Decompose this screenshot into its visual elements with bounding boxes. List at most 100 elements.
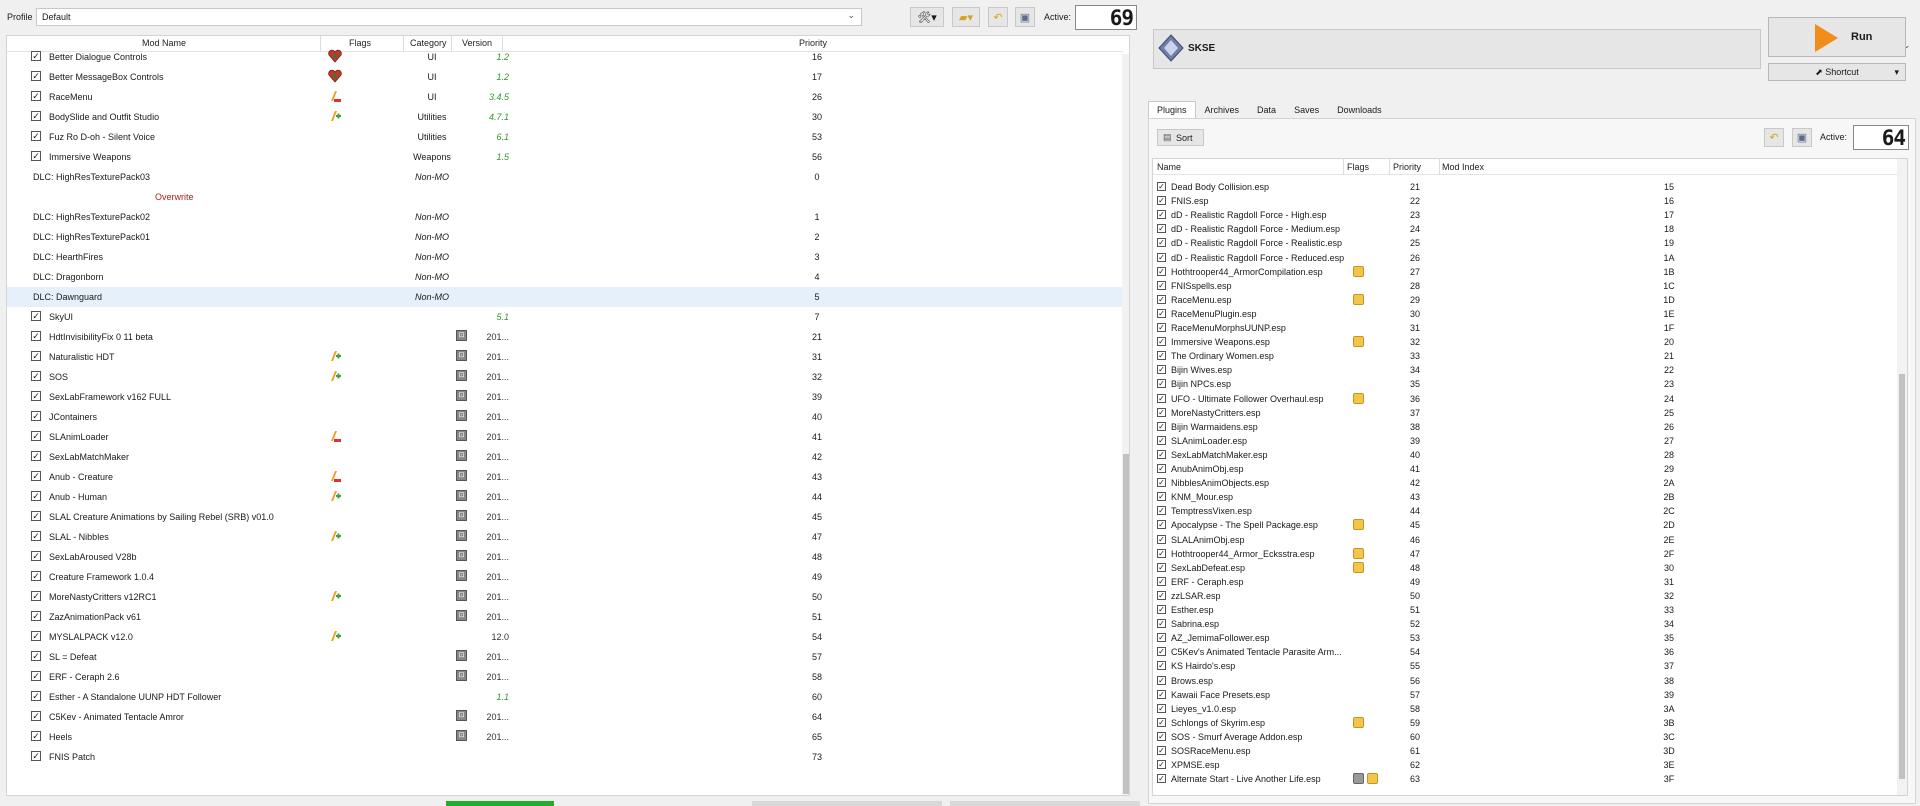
mod-row[interactable]: ✓ RaceMenu UI 3.4.5 26 <box>7 87 1123 107</box>
scrollbar-thumb[interactable] <box>1899 374 1905 779</box>
mod-enabled-checkbox[interactable]: ✓ <box>31 371 41 381</box>
mod-enabled-checkbox[interactable]: ✓ <box>31 151 41 161</box>
plugin-row[interactable]: ✓ Apocalypse - The Spell Package.esp 45 2D <box>1153 518 1895 532</box>
plugin-row[interactable]: ✓ C5Kev's Animated Tentacle Parasite Arm.… <box>1153 645 1895 659</box>
plugin-enabled-checkbox[interactable]: ✓ <box>1157 746 1166 755</box>
mod-row[interactable]: ✓ ZazAnimationPack v61 ⊡ 201... 51 <box>7 607 1123 627</box>
plugin-enabled-checkbox[interactable]: ✓ <box>1157 619 1166 629</box>
plugin-enabled-checkbox[interactable]: ✓ <box>1157 605 1166 614</box>
mod-row[interactable]: DLC: Dawnguard Non-MO 5 <box>7 287 1123 307</box>
tab-downloads[interactable]: Downloads <box>1328 101 1391 119</box>
tab-saves[interactable]: Saves <box>1285 101 1328 119</box>
mod-enabled-checkbox[interactable]: ✓ <box>31 351 41 361</box>
shortcut-button[interactable]: ⬈ Shortcut ▾ <box>1768 63 1906 81</box>
mod-enabled-checkbox[interactable]: ✓ <box>31 751 41 761</box>
plugin-row[interactable]: ✓ SOSRaceMenu.esp 61 3D <box>1153 744 1895 758</box>
plugin-enabled-checkbox[interactable]: ✓ <box>1157 717 1166 727</box>
plugin-enabled-checkbox[interactable]: ✓ <box>1157 647 1166 657</box>
plugin-row[interactable]: ✓ dD - Realistic Ragdoll Force - Realisti… <box>1153 236 1895 250</box>
mod-row[interactable]: ✓ SLAnimLoader ⊡ 201... 41 <box>7 427 1123 447</box>
mod-enabled-checkbox[interactable]: ✓ <box>31 591 41 601</box>
plugin-enabled-checkbox[interactable]: ✓ <box>1157 308 1166 318</box>
plugin-row[interactable]: ✓ FNISspells.esp 28 1C <box>1153 279 1895 293</box>
open-folder-button[interactable]: ▰▾ <box>952 7 980 27</box>
plugin-row[interactable]: ✓ Esther.esp 51 33 <box>1153 603 1895 617</box>
mod-row[interactable]: DLC: HighResTexturePack01 Non-MO 2 <box>7 227 1123 247</box>
mod-enabled-checkbox[interactable]: ✓ <box>31 691 41 701</box>
plugin-row[interactable]: ✓ SexLabMatchMaker.esp 40 28 <box>1153 448 1895 462</box>
plugin-row[interactable]: ✓ SexLabDefeat.esp 48 30 <box>1153 561 1895 575</box>
plugin-enabled-checkbox[interactable]: ✓ <box>1157 703 1166 713</box>
plugin-enabled-checkbox[interactable]: ✓ <box>1157 224 1166 234</box>
mod-row[interactable]: ✓ SLAL Creature Animations by Sailing Reb… <box>7 507 1123 527</box>
plugin-row[interactable]: ✓ Sabrina.esp 52 34 <box>1153 617 1895 631</box>
mod-row[interactable]: DLC: HighResTexturePack02 Non-MO 1 <box>7 207 1123 227</box>
mod-row[interactable]: ✓ SexLabAroused V28b ⊡ 201... 48 <box>7 547 1123 567</box>
mod-enabled-checkbox[interactable]: ✓ <box>31 651 41 661</box>
mod-row[interactable]: ✓ MYSLALPACK v12.0 12.0 54 <box>7 627 1123 647</box>
plugin-enabled-checkbox[interactable]: ✓ <box>1157 266 1166 276</box>
plugin-row[interactable]: ✓ KNM_Mour.esp 43 2B <box>1153 490 1895 504</box>
plugin-enabled-checkbox[interactable]: ✓ <box>1157 365 1166 375</box>
plugin-enabled-checkbox[interactable]: ✓ <box>1157 675 1166 685</box>
mod-row[interactable]: ✓ Fuz Ro D-oh - Silent Voice Utilities 6.1 5… <box>7 127 1123 147</box>
mod-enabled-checkbox[interactable]: ✓ <box>31 511 41 521</box>
mod-enabled-checkbox[interactable]: ✓ <box>31 331 41 341</box>
plugin-enabled-checkbox[interactable]: ✓ <box>1157 323 1166 332</box>
plugin-row[interactable]: ✓ UFO - Ultimate Follower Overhaul.esp 36 2… <box>1153 392 1895 406</box>
mod-enabled-checkbox[interactable]: ✓ <box>31 71 41 81</box>
plugin-list-table[interactable]: Name Flags Priority Mod Index ✓ Dead Body… <box>1152 158 1908 796</box>
tab-data[interactable]: Data <box>1248 101 1285 119</box>
mod-row[interactable]: ✓ SexLabMatchMaker ⊡ 201... 42 <box>7 447 1123 467</box>
mod-enabled-checkbox[interactable]: ✓ <box>31 731 41 741</box>
plugin-enabled-checkbox[interactable]: ✓ <box>1157 590 1166 600</box>
plugin-row[interactable]: ✓ SOS - Smurf Average Addon.esp 60 3C <box>1153 730 1895 744</box>
mod-row[interactable]: ✓ BodySlide and Outfit Studio Utilities 4.7… <box>7 107 1123 127</box>
plugin-row[interactable]: ✓ Immersive Weapons.esp 32 20 <box>1153 335 1895 349</box>
mod-row[interactable]: ✓ FNIS Patch 73 <box>7 747 1123 767</box>
mod-enabled-checkbox[interactable]: ✓ <box>31 311 41 321</box>
plugin-row[interactable]: ✓ MoreNastyCritters.esp 37 25 <box>1153 406 1895 420</box>
tab-archives[interactable]: Archives <box>1196 101 1249 119</box>
tab-plugins[interactable]: Plugins <box>1148 101 1196 119</box>
plugin-enabled-checkbox[interactable]: ✓ <box>1157 337 1166 347</box>
mod-enabled-checkbox[interactable]: ✓ <box>31 551 41 561</box>
plugin-row[interactable]: ✓ FNIS.esp 22 16 <box>1153 194 1895 208</box>
plugin-row[interactable]: ✓ SLALAnimObj.esp 46 2E <box>1153 533 1895 547</box>
mod-row[interactable]: Overwrite <box>7 187 1123 207</box>
plugin-enabled-checkbox[interactable]: ✓ <box>1157 506 1166 516</box>
profile-dropdown[interactable]: Default ⌄ <box>36 8 862 26</box>
plugin-row[interactable]: ✓ RaceMenuMorphsUUNP.esp 31 1F <box>1153 321 1895 335</box>
mod-list-scrollbar[interactable] <box>1122 54 1129 795</box>
mod-enabled-checkbox[interactable]: ✓ <box>31 111 41 121</box>
plugin-row[interactable]: ✓ dD - Realistic Ragdoll Force - High.esp… <box>1153 208 1895 222</box>
plugin-row[interactable]: ✓ SLAnimLoader.esp 39 27 <box>1153 434 1895 448</box>
plugin-enabled-checkbox[interactable]: ✓ <box>1157 210 1166 220</box>
plugin-row[interactable]: ✓ zzLSAR.esp 50 32 <box>1153 589 1895 603</box>
mod-enabled-checkbox[interactable]: ✓ <box>31 411 41 421</box>
header-plugin-name[interactable]: Name <box>1157 162 1181 172</box>
mod-row[interactable]: DLC: HighResTexturePack03 Non-MO 0 <box>7 167 1123 187</box>
mod-row[interactable]: ✓ JContainers ⊡ 201... 40 <box>7 407 1123 427</box>
mod-row[interactable]: ✓ SOS ⊡ 201... 32 <box>7 367 1123 387</box>
plugin-row[interactable]: ✓ Lieyes_v1.0.esp 58 3A <box>1153 702 1895 716</box>
mod-enabled-checkbox[interactable]: ✓ <box>31 131 41 141</box>
mod-row[interactable]: ✓ Heels ⊡ 201... 65 <box>7 727 1123 747</box>
plugin-row[interactable]: ✓ Hothtrooper44_Armor_Ecksstra.esp 47 2F <box>1153 547 1895 561</box>
plugin-enabled-checkbox[interactable]: ✓ <box>1157 435 1166 445</box>
restore-plugins-button[interactable]: ↶ <box>1764 128 1784 147</box>
plugin-row[interactable]: ✓ The Ordinary Women.esp 33 21 <box>1153 349 1895 363</box>
plugin-list-scrollbar[interactable] <box>1897 159 1907 795</box>
mod-row[interactable]: ✓ ERF - Ceraph 2.6 ⊡ 201... 58 <box>7 667 1123 687</box>
mod-row[interactable]: ✓ Anub - Human ⊡ 201... 44 <box>7 487 1123 507</box>
plugin-enabled-checkbox[interactable]: ✓ <box>1157 351 1166 361</box>
plugin-row[interactable]: ✓ XPMSE.esp 62 3E <box>1153 758 1895 772</box>
plugin-enabled-checkbox[interactable]: ✓ <box>1157 478 1166 488</box>
plugin-enabled-checkbox[interactable]: ✓ <box>1157 534 1166 544</box>
plugin-row[interactable]: ✓ AZ_JemimaFollower.esp 53 35 <box>1153 631 1895 645</box>
mod-row[interactable]: ✓ SLAL - Nibbles ⊡ 201... 47 <box>7 527 1123 547</box>
plugin-enabled-checkbox[interactable]: ✓ <box>1157 661 1166 671</box>
plugin-enabled-checkbox[interactable]: ✓ <box>1157 464 1166 473</box>
run-button[interactable]: Run <box>1768 17 1906 57</box>
plugin-row[interactable]: ✓ RaceMenuPlugin.esp 30 1E <box>1153 307 1895 321</box>
